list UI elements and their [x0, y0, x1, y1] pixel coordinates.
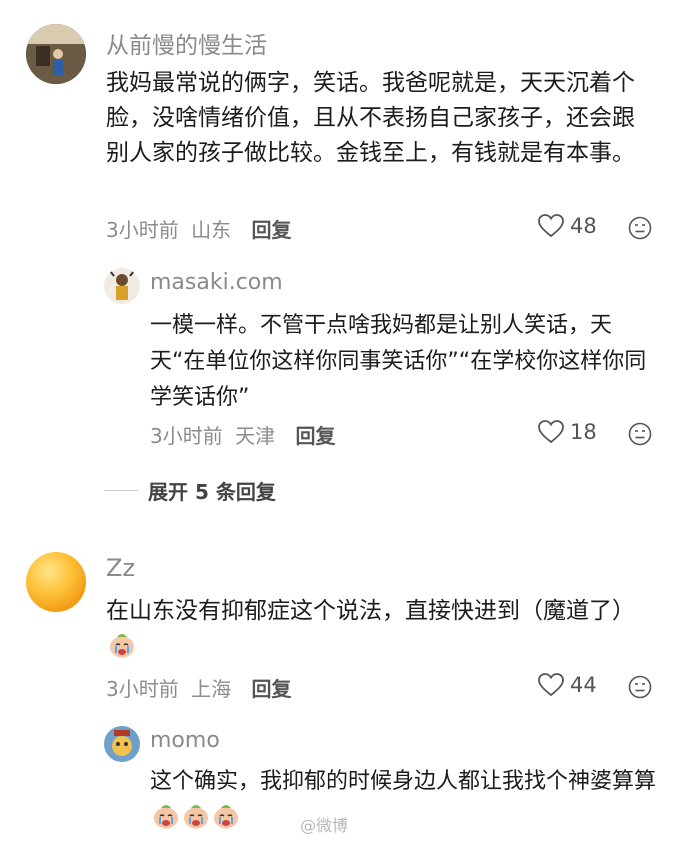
reply-location: 天津 — [235, 424, 276, 448]
expand-replies-label: 展开 5 条回复 — [148, 480, 276, 504]
avatar[interactable] — [26, 552, 86, 612]
watermark: @微博 — [300, 816, 349, 835]
comment-time: 3小时前 — [106, 218, 179, 242]
avatar[interactable] — [104, 726, 140, 762]
avatar[interactable] — [104, 268, 140, 304]
dislike-icon[interactable] — [628, 422, 652, 446]
heart-icon — [538, 420, 564, 444]
comment-location: 上海 — [191, 677, 232, 701]
dislike-icon[interactable] — [628, 675, 652, 699]
avatar-image — [26, 24, 86, 84]
crying-emoji — [154, 805, 178, 829]
crying-emoji — [110, 634, 134, 658]
username[interactable]: momo — [150, 728, 220, 753]
avatar[interactable] — [26, 24, 86, 84]
like-count: 18 — [570, 420, 597, 444]
like-button[interactable]: 18 — [538, 420, 597, 444]
reply-time: 3小时前 — [150, 424, 223, 448]
comment-meta: 3小时前 上海 回复 — [106, 673, 291, 702]
username[interactable]: 从前慢的慢生活 — [106, 26, 267, 60]
heart-icon — [538, 214, 564, 238]
heart-icon — [538, 673, 564, 697]
like-count: 48 — [570, 214, 597, 238]
avatar-image — [109, 270, 135, 300]
comment-meta: 3小时前 山东 回复 — [106, 214, 291, 243]
avatar-image — [112, 730, 132, 756]
comment-text-content: 在山东没有抑郁症这个说法，直接快进到（魔道了） — [106, 598, 635, 624]
reply-text-content: 这个确实，我抑郁的时候身边人都让我找个神婆算算 — [150, 769, 657, 794]
like-button[interactable]: 44 — [538, 673, 597, 697]
username[interactable]: Zz — [106, 554, 135, 582]
reply-text: 这个确实，我抑郁的时候身边人都让我找个神婆算算 — [150, 764, 662, 836]
reply-text: 一模一样。不管干点啥我妈都是让别人笑话，天天“在单位你这样你同事笑话你”“在学校… — [150, 313, 647, 410]
reply-meta: 3小时前 天津 回复 — [150, 420, 335, 449]
reply-button[interactable]: 回复 — [251, 677, 291, 701]
dislike-icon[interactable] — [628, 216, 652, 240]
like-count: 44 — [570, 673, 597, 697]
expand-line — [104, 490, 138, 491]
expand-replies-button[interactable]: 展开 5 条回复 — [104, 476, 276, 505]
comment-time: 3小时前 — [106, 677, 179, 701]
reply-button[interactable]: 回复 — [251, 218, 291, 242]
reply-button[interactable]: 回复 — [295, 424, 335, 448]
comment-text: 我妈最常说的俩字，笑话。我爸呢就是，天天沉着个脸，没啥情绪价值，且从不表扬自己家… — [106, 70, 635, 166]
like-button[interactable]: 48 — [538, 214, 597, 238]
crying-emoji — [184, 805, 208, 829]
crying-emoji — [214, 805, 238, 829]
comment-location: 山东 — [191, 218, 232, 242]
comment-text: 在山东没有抑郁症这个说法，直接快进到（魔道了） — [106, 594, 654, 664]
username[interactable]: masaki.com — [150, 270, 283, 295]
